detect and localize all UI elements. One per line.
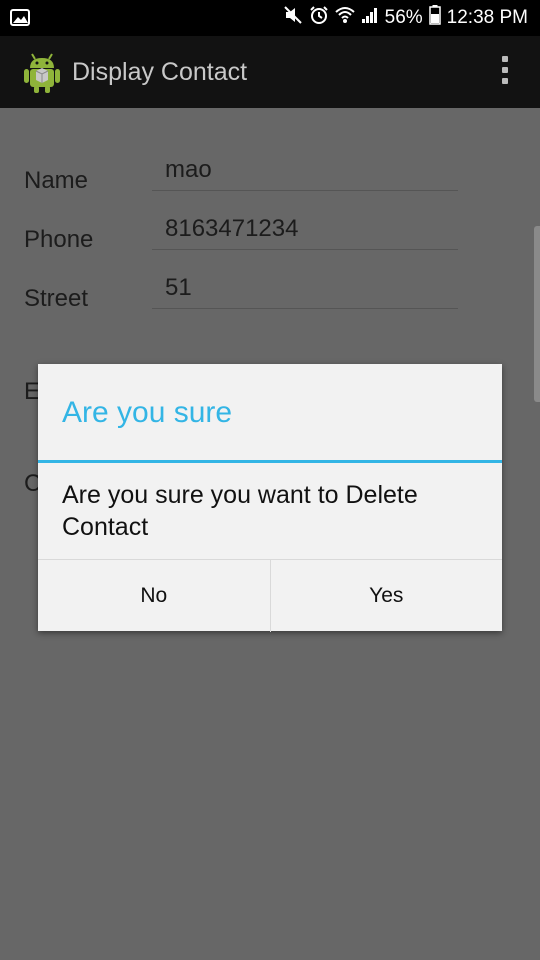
scrollbar[interactable] — [534, 226, 540, 402]
street-label: Street — [24, 285, 89, 312]
name-label: Name — [24, 167, 89, 194]
wifi-icon — [334, 6, 355, 30]
dialog-title-divider — [38, 460, 502, 463]
dialog-buttons: No Yes — [38, 559, 502, 632]
action-bar: Display Contact — [0, 36, 540, 108]
image-notification-icon — [10, 9, 30, 31]
dialog-title: Are you sure — [62, 396, 233, 429]
phone-label: Phone — [24, 226, 94, 253]
phone-field[interactable]: 8163471234 — [165, 215, 298, 243]
yes-button[interactable]: Yes — [269, 560, 503, 632]
overflow-menu-icon[interactable] — [500, 56, 510, 90]
street-field-underline — [152, 308, 458, 309]
clock: 12:38 PM — [446, 7, 528, 28]
battery-percent: 56% — [384, 7, 423, 28]
phone-field-underline — [152, 249, 458, 250]
name-field[interactable]: mao — [165, 156, 212, 184]
street-field[interactable]: 51 — [165, 274, 192, 302]
dialog-message: Are you sure you want to Delete Contact — [62, 481, 418, 541]
page-title: Display Contact — [72, 58, 248, 86]
mute-icon — [283, 5, 303, 31]
signal-icon — [361, 6, 379, 30]
alarm-icon — [309, 5, 329, 31]
status-bar: 56% 12:38 PM — [0, 0, 540, 36]
delete-confirm-dialog: Are you sure Are you sure you want to De… — [38, 364, 502, 632]
name-field-underline — [152, 190, 458, 191]
android-icon[interactable] — [22, 50, 62, 94]
battery-icon — [428, 5, 441, 31]
no-button[interactable]: No — [38, 560, 270, 632]
status-icons: 56% 12:38 PM — [283, 5, 528, 31]
